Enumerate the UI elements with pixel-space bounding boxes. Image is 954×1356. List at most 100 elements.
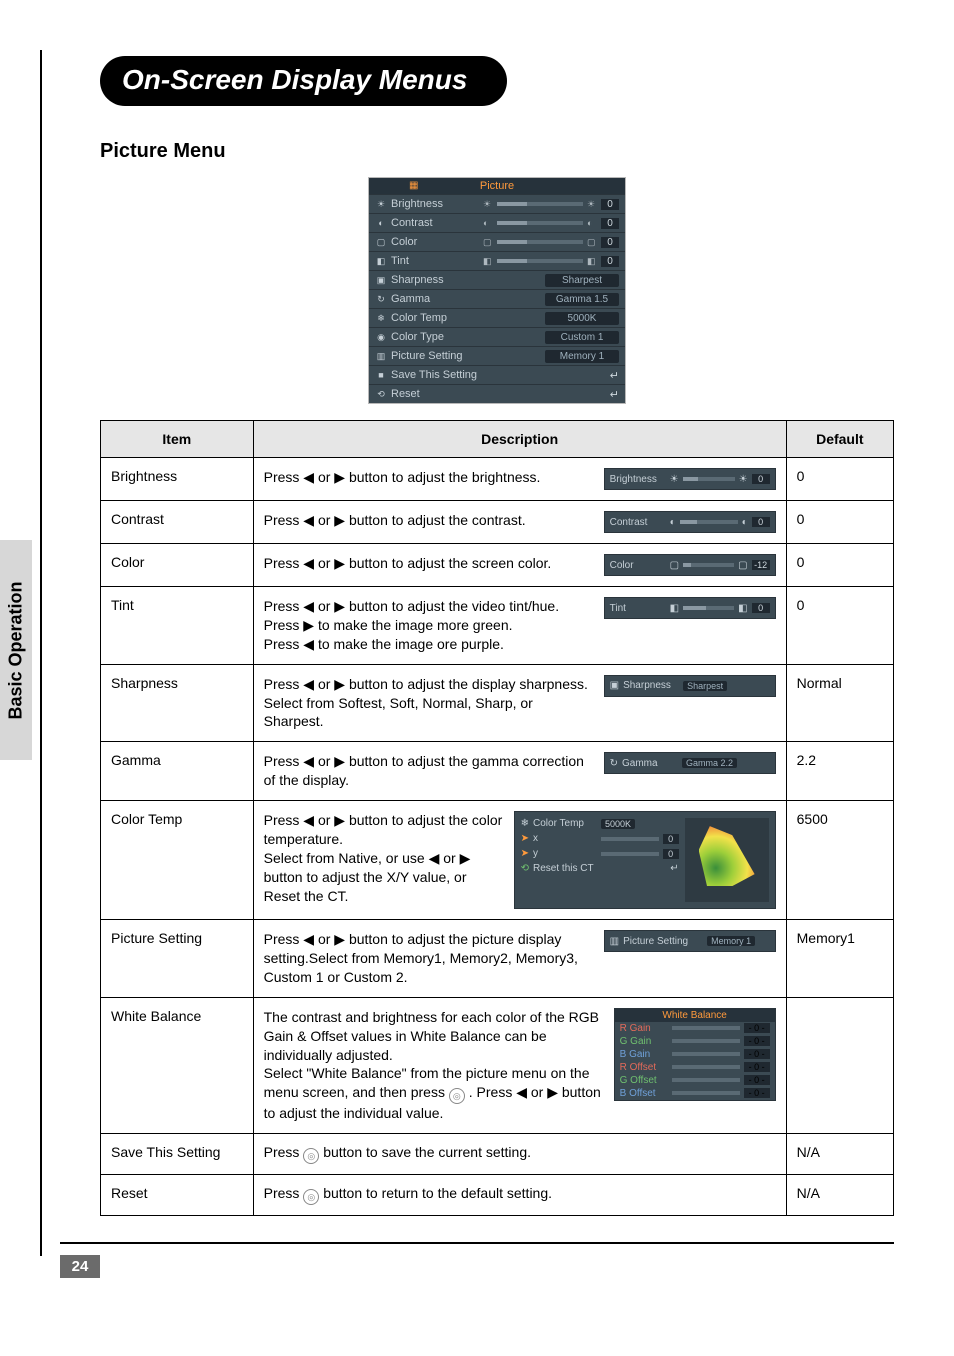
table-row: Gamma Press ◀ or ▶ button to adjust the … <box>101 742 894 801</box>
osd-titlebar: ▦ Picture <box>369 178 625 194</box>
osd-row: ◐Contrast◐◐0 <box>369 213 625 232</box>
color-icon: ▢ <box>738 560 747 571</box>
color-temp-osd: ❄ Color Temp 5000K ➤ x 0 <box>514 811 776 909</box>
osd-row: ❄Color Temp5000K <box>369 308 625 327</box>
side-rule <box>40 50 42 1256</box>
color-icon: ▢ <box>670 560 679 571</box>
table-row: Reset Press ◎ button to return to the de… <box>101 1175 894 1216</box>
osd-row: ⟲ Reset ↵ <box>369 384 625 403</box>
table-row: Color Temp Press ◀ or ▶ button to adjust… <box>101 801 894 920</box>
row-label: Color Type <box>391 331 479 343</box>
enter-icon: ↵ <box>610 388 619 401</box>
ok-button-icon: ◎ <box>303 1189 319 1205</box>
table-row: Tint Press ◀ or ▶ button to adjust the v… <box>101 587 894 665</box>
gamma-icon: ↻ <box>610 758 618 769</box>
wb-row: R Offset- 0 - <box>615 1061 775 1074</box>
arrow-icon: ➤ <box>521 848 529 859</box>
row-icon: ▥ <box>375 351 387 362</box>
osd-title: Picture <box>480 180 514 192</box>
osd-panel: ▦ Picture ☀Brightness☀☀0◐Contrast◐◐0▢Col… <box>368 177 626 404</box>
table-row: Sharpness Press ◀ or ▶ button to adjust … <box>101 664 894 742</box>
cie-chart <box>685 818 769 902</box>
row-label: Contrast <box>391 217 479 229</box>
wb-row: G Gain- 0 - <box>615 1035 775 1048</box>
def-brightness: 0 <box>786 458 893 501</box>
table-row: Brightness Press ◀ or ▶ button to adjust… <box>101 458 894 501</box>
sharpness-icon: ▣ <box>610 680 619 691</box>
table-row: White Balance The contrast and brightnes… <box>101 997 894 1133</box>
tint-mini-osd: Tint ◧ ◧ 0 <box>604 597 776 619</box>
row-icon: ◧ <box>375 256 387 267</box>
wb-row: R Gain- 0 - <box>615 1022 775 1035</box>
osd-row: ▣SharpnessSharpest <box>369 270 625 289</box>
wb-row: G Offset- 0 - <box>615 1074 775 1087</box>
table-row: Save This Setting Press ◎ button to save… <box>101 1134 894 1175</box>
brightness-text: Press ◀ or ▶ button to adjust the bright… <box>264 468 594 487</box>
spec-table: Item Description Default Brightness Pres… <box>100 420 894 1216</box>
row-label: Color Temp <box>391 312 479 324</box>
section-title: Picture Menu <box>100 140 894 163</box>
row-icon: ◐ <box>375 218 387 228</box>
side-tab: Basic Operation <box>0 540 32 760</box>
row-label: Picture Setting <box>391 350 479 362</box>
osd-row: ↻GammaGamma 1.5 <box>369 289 625 308</box>
row-label: Brightness <box>391 198 479 210</box>
osd-row: ◧Tint◧◧0 <box>369 251 625 270</box>
desc-brightness: Press ◀ or ▶ button to adjust the bright… <box>253 458 786 501</box>
brightness-mini-osd: Brightness ☀ ☀ 0 <box>604 468 776 490</box>
enter-icon: ↵ <box>670 863 678 874</box>
footer-rule <box>60 1242 894 1244</box>
wb-row: B Gain- 0 - <box>615 1048 775 1061</box>
wb-row: B Offset- 0 - <box>615 1087 775 1100</box>
sharpness-mini-osd: ▣ Sharpness Sharpest <box>604 675 776 697</box>
contrast-mini-osd: Contrast ◐ ◐ 0 <box>604 511 776 533</box>
ok-button-icon: ◎ <box>303 1148 319 1164</box>
temp-icon: ❄ <box>521 818 529 829</box>
row-label: Sharpness <box>391 274 479 286</box>
reset-icon: ⟲ <box>521 863 529 874</box>
sun-icon: ☀ <box>739 474 748 485</box>
row-label: Gamma <box>391 293 479 305</box>
item-contrast: Contrast <box>101 501 254 544</box>
col-def: Default <box>786 421 893 458</box>
color-mini-osd: Color ▢ ▢ -12 <box>604 554 776 576</box>
table-row: Color Press ◀ or ▶ button to adjust the … <box>101 544 894 587</box>
contrast-icon: ◐ <box>670 517 676 528</box>
table-row: Contrast Press ◀ or ▶ button to adjust t… <box>101 501 894 544</box>
desc-contrast: Press ◀ or ▶ button to adjust the contra… <box>253 501 786 544</box>
osd-row: ☀Brightness☀☀0 <box>369 194 625 213</box>
side-tab-label: Basic Operation <box>6 581 27 719</box>
row-label: Tint <box>391 255 479 267</box>
wb-text: The contrast and brightness for each col… <box>264 1008 604 1123</box>
table-row: Picture Setting Press ◀ or ▶ button to a… <box>101 920 894 998</box>
col-desc: Description <box>253 421 786 458</box>
row-icon: ☀ <box>375 199 387 210</box>
osd-row: ■ Save This Setting ↵ <box>369 365 625 384</box>
ok-button-icon: ◎ <box>449 1088 465 1104</box>
enter-icon: ↵ <box>610 369 619 382</box>
white-balance-osd: White Balance R Gain- 0 -G Gain- 0 -B Ga… <box>614 1008 776 1101</box>
tint-icon: ◧ <box>670 603 679 614</box>
arrow-icon: ➤ <box>521 833 529 844</box>
row-icon: ❄ <box>375 313 387 324</box>
row-icon: ▢ <box>375 237 387 248</box>
row-icon: ■ <box>375 370 387 380</box>
osd-row: ▥Picture SettingMemory 1 <box>369 346 625 365</box>
row-label: Save This Setting <box>391 369 479 381</box>
col-item: Item <box>101 421 254 458</box>
row-label: Reset <box>391 388 479 400</box>
row-icon: ◉ <box>375 332 387 343</box>
page-number: 24 <box>60 1255 100 1278</box>
row-icon: ⟲ <box>375 389 387 400</box>
contrast-icon: ◐ <box>742 517 748 528</box>
row-icon: ↻ <box>375 294 387 305</box>
page-title: On-Screen Display Menus <box>100 56 507 106</box>
osd-row: ◉Color TypeCustom 1 <box>369 327 625 346</box>
picture-icon: ▦ <box>409 180 418 191</box>
tint-icon: ◧ <box>738 603 747 614</box>
sun-icon: ☀ <box>670 474 679 485</box>
row-icon: ▣ <box>375 275 387 286</box>
gamma-mini-osd: ↻ Gamma Gamma 2.2 <box>604 752 776 774</box>
row-label: Color <box>391 236 479 248</box>
item-brightness: Brightness <box>101 458 254 501</box>
